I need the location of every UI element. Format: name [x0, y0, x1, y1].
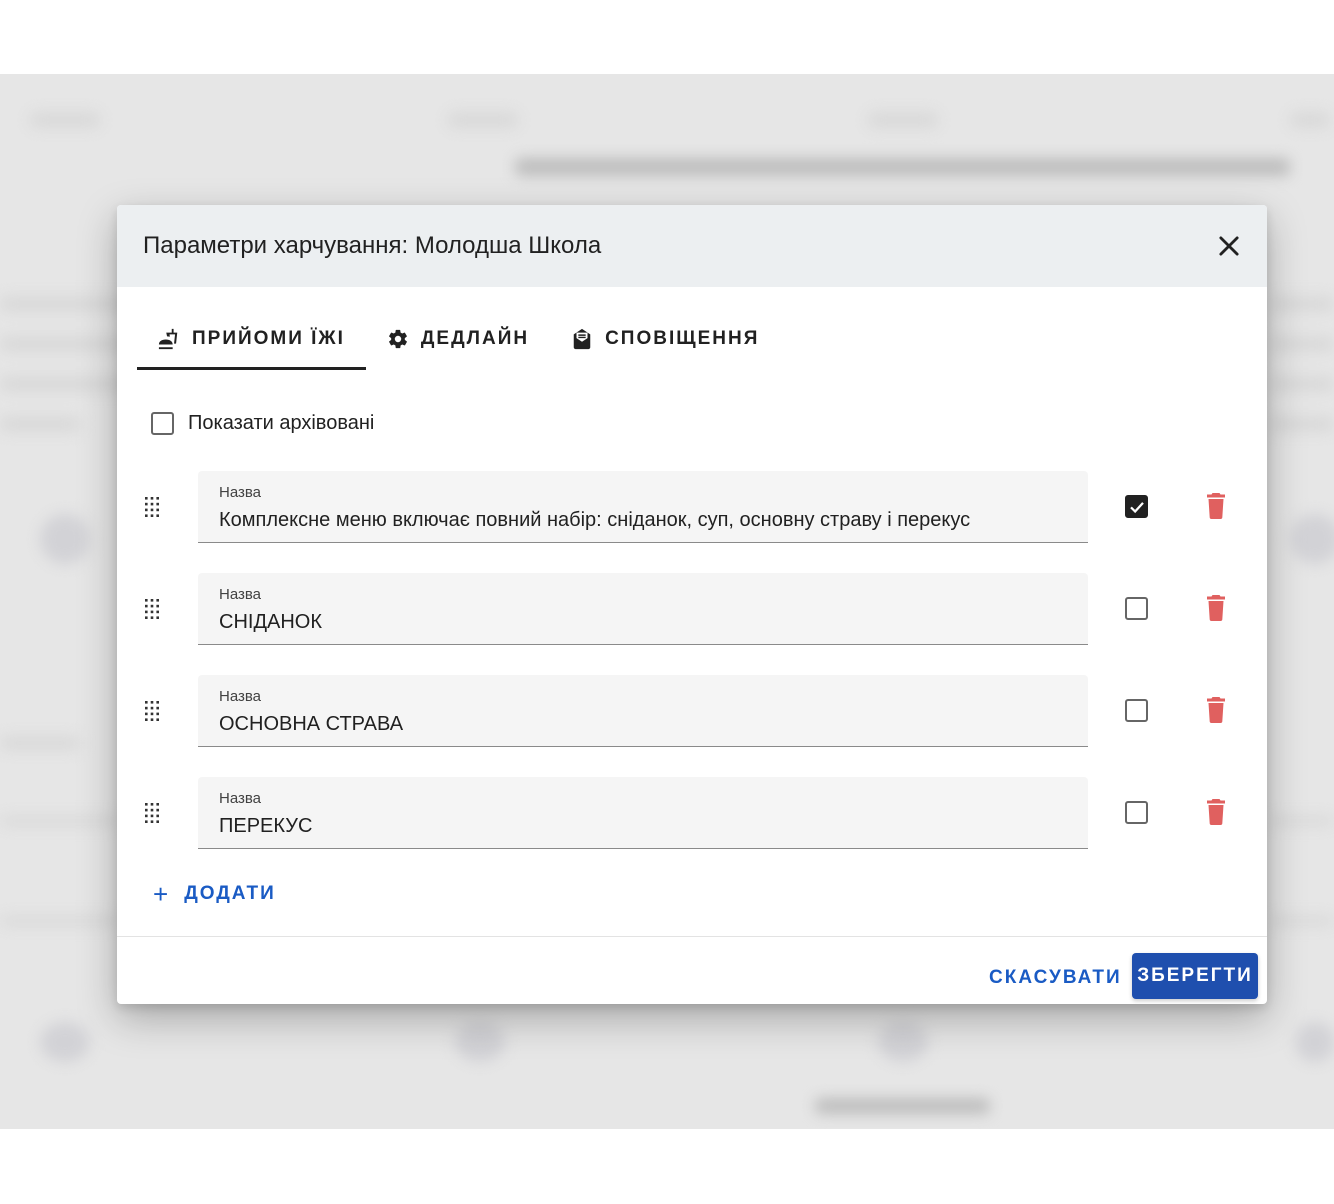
add-meal-button[interactable]: + ДОДАТИ: [153, 879, 276, 909]
cancel-button[interactable]: СКАСУВАТИ: [979, 957, 1132, 999]
meal-name-label: Назва: [219, 484, 262, 501]
trash-icon: [1207, 595, 1225, 621]
delete-button[interactable]: [1206, 799, 1226, 825]
meal-name-value: ПЕРЕКУС: [219, 815, 313, 837]
drag-handle-icon[interactable]: [144, 598, 160, 620]
show-archived-checkbox[interactable]: [151, 412, 174, 435]
gear-icon: [387, 328, 409, 350]
meal-name-value: СНІДАНОК: [219, 611, 322, 633]
tab-bar: ПРИЙОМИ ЇЖІ ДЕДЛАЙН СПОВІЩЕННЯ: [137, 308, 780, 370]
check-icon: [1129, 501, 1144, 513]
add-meal-label: ДОДАТИ: [184, 883, 276, 904]
tab-meals-label: ПРИЙОМИ ЇЖІ: [192, 328, 345, 349]
tab-meals[interactable]: ПРИЙОМИ ЇЖІ: [137, 308, 366, 370]
dialog-header: Параметри харчування: Молодша Школа: [117, 205, 1267, 287]
meal-row: Назва СНІДАНОК: [117, 573, 1267, 645]
meal-row: Назва ОСНОВНА СТРАВА: [117, 675, 1267, 747]
meal-name-label: Назва: [219, 586, 262, 603]
close-button[interactable]: [1215, 232, 1243, 260]
trash-icon: [1207, 697, 1225, 723]
meal-name-value: ОСНОВНА СТРАВА: [219, 713, 404, 735]
delete-button[interactable]: [1206, 493, 1226, 519]
meal-name-field[interactable]: Назва СНІДАНОК: [198, 573, 1088, 645]
trash-icon: [1207, 799, 1225, 825]
drag-handle-icon[interactable]: [144, 802, 160, 824]
show-archived-row: Показати архівовані: [151, 412, 374, 435]
trash-icon: [1207, 493, 1225, 519]
show-archived-label: Показати архівовані: [188, 412, 375, 434]
meal-checkbox[interactable]: [1125, 801, 1148, 824]
delete-button[interactable]: [1206, 697, 1226, 723]
drag-handle-icon[interactable]: [144, 496, 160, 518]
mail-icon: [571, 328, 593, 350]
tab-deadline-label: ДЕДЛАЙН: [420, 328, 530, 349]
close-icon: [1219, 236, 1239, 256]
footer-divider: [117, 936, 1267, 937]
tab-deadline[interactable]: ДЕДЛАЙН: [366, 308, 550, 370]
meal-settings-dialog: Параметри харчування: Молодша Школа ПРИЙ…: [117, 205, 1267, 1004]
meal-row: Назва ПЕРЕКУС: [117, 777, 1267, 849]
meal-checkbox[interactable]: [1125, 597, 1148, 620]
dialog-title: Параметри харчування: Молодша Школа: [143, 232, 602, 259]
tab-notifications-label: СПОВІЩЕННЯ: [605, 328, 760, 349]
meal-name-label: Назва: [219, 688, 262, 705]
meal-name-value: Комплексне меню включає повний набір: сн…: [219, 509, 971, 531]
plus-icon: +: [153, 879, 171, 909]
tab-notifications[interactable]: СПОВІЩЕННЯ: [550, 308, 780, 370]
food-icon: [158, 328, 180, 350]
meal-name-field[interactable]: Назва ПЕРЕКУС: [198, 777, 1088, 849]
meal-row: Назва Комплексне меню включає повний наб…: [117, 471, 1267, 543]
delete-button[interactable]: [1206, 595, 1226, 621]
meal-name-field[interactable]: Назва ОСНОВНА СТРАВА: [198, 675, 1088, 747]
save-button[interactable]: ЗБЕРЕГТИ: [1132, 953, 1258, 999]
meal-checkbox[interactable]: [1125, 495, 1148, 518]
meal-name-label: Назва: [219, 790, 262, 807]
meal-name-field[interactable]: Назва Комплексне меню включає повний наб…: [198, 471, 1088, 543]
meal-checkbox[interactable]: [1125, 699, 1148, 722]
drag-handle-icon[interactable]: [144, 700, 160, 722]
